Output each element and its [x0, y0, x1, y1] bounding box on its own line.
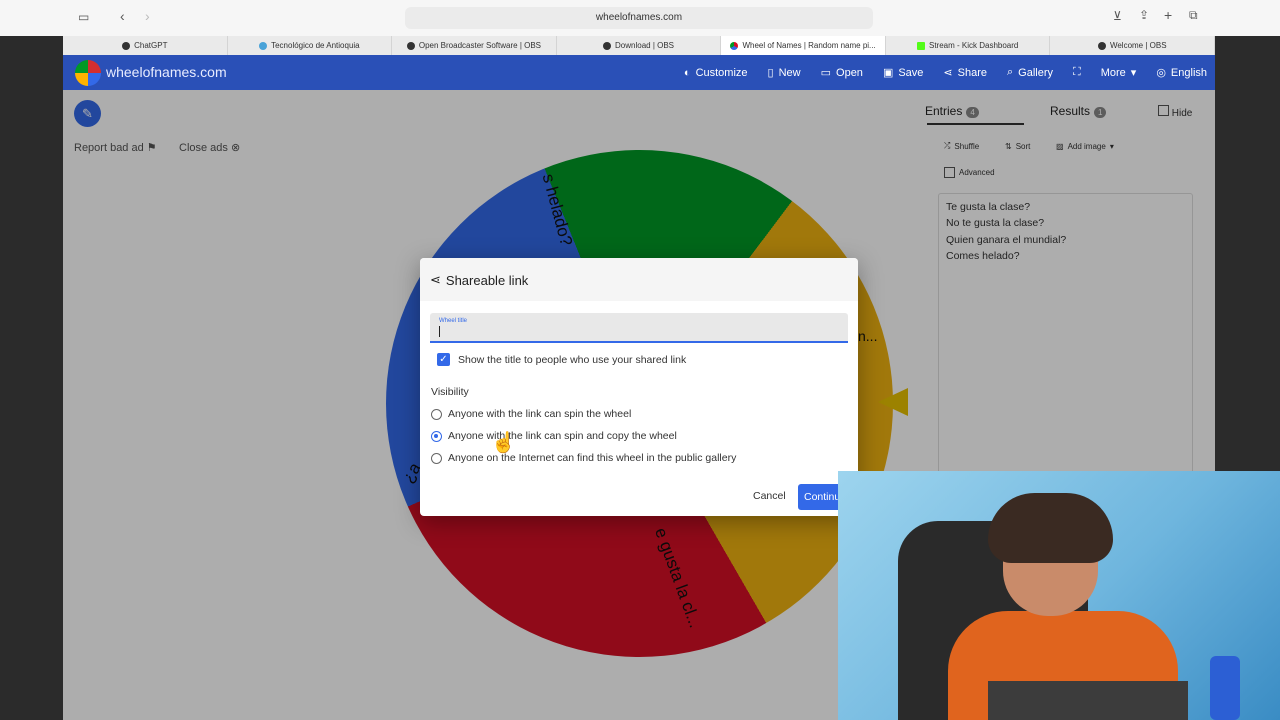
hand-cursor-icon: ☝ — [491, 432, 516, 454]
radio-button[interactable] — [431, 452, 442, 464]
favicon-icon — [1097, 41, 1106, 50]
address-bar[interactable]: wheelofnames.com — [405, 7, 873, 29]
more-button[interactable]: More ▾ — [1101, 66, 1137, 80]
customize-button[interactable]: ◐ Customize — [684, 67, 748, 79]
back-icon[interactable]: ‹ — [120, 8, 125, 24]
tab-download-obs[interactable]: Download | OBS — [557, 36, 722, 55]
right-backdrop — [1215, 36, 1280, 471]
favicon-icon — [122, 41, 131, 50]
show-title-option[interactable]: ✓ Show the title to people who use your … — [437, 353, 686, 366]
cancel-button[interactable]: Cancel — [753, 490, 786, 502]
browser-toolbar: ▭ ‹ › wheelofnames.com ⊻ ⇪ + ⧉ — [0, 0, 1280, 36]
tab-bar: ChatGPT Tecnológico de Antioquia Open Br… — [63, 36, 1216, 56]
forward-icon[interactable]: › — [145, 8, 150, 24]
tab-tecnologico[interactable]: Tecnológico de Antioquia — [228, 36, 393, 55]
url-text: wheelofnames.com — [595, 12, 683, 23]
webcam-overlay — [838, 471, 1280, 720]
logo-icon[interactable] — [75, 60, 101, 86]
site-name[interactable]: wheelofnames.com — [106, 64, 227, 80]
file-icon: ▯ — [767, 67, 774, 79]
favicon-icon — [916, 41, 925, 50]
language-button[interactable]: ◎ English — [1156, 66, 1207, 80]
laptop-shape — [988, 681, 1188, 720]
wheel-title-input[interactable]: Wheel title — [430, 313, 848, 343]
chevron-down-icon: ▾ — [1130, 67, 1137, 79]
shareable-link-dialog: ⋖ Shareable link Wheel title ✓ Show the t… — [420, 258, 858, 516]
visibility-option-public-gallery[interactable]: Anyone on the Internet can find this whe… — [431, 452, 736, 464]
favicon-icon — [730, 41, 739, 50]
dialog-title: ⋖ Shareable link — [430, 272, 529, 288]
sidebar-toggle-icon[interactable]: ▭ — [78, 10, 89, 24]
gallery-button[interactable]: ⌕ Gallery — [1007, 66, 1053, 79]
tab-welcome-obs[interactable]: Welcome | OBS — [1050, 36, 1216, 55]
folder-icon: ▭ — [820, 67, 832, 79]
dialog-header: ⋖ Shareable link — [420, 258, 858, 301]
main-menu: ◐ Customize ▯ New ▭ Open ▣ Save ⋖ Share ⌕ Gall… — [684, 55, 1207, 90]
share-button[interactable]: ⋖ Share — [943, 66, 987, 80]
save-icon: ▣ — [882, 67, 894, 79]
share-icon: ⋖ — [943, 67, 953, 79]
palette-icon: ◐ — [683, 66, 691, 79]
download-icon[interactable]: ⊻ — [1113, 9, 1122, 23]
fullscreen-icon: ⛶ — [1073, 66, 1081, 78]
text-cursor — [439, 326, 440, 337]
tab-chatgpt[interactable]: ChatGPT — [63, 36, 228, 55]
new-tab-icon[interactable]: + — [1164, 7, 1172, 23]
share-icon: ⋖ — [430, 272, 441, 287]
microphone-icon — [1210, 656, 1240, 720]
share-icon[interactable]: ⇪ — [1139, 8, 1149, 22]
search-icon: ⌕ — [1007, 66, 1014, 78]
save-button[interactable]: ▣ Save — [882, 66, 923, 80]
radio-button-selected[interactable] — [431, 430, 442, 442]
open-button[interactable]: ▭ Open — [820, 66, 863, 80]
tab-kick[interactable]: Stream - Kick Dashboard — [886, 36, 1051, 55]
visibility-label: Visibility — [431, 386, 469, 398]
tab-obs[interactable]: Open Broadcaster Software | OBS — [392, 36, 557, 55]
tab-overview-icon[interactable]: ⧉ — [1189, 8, 1198, 23]
favicon-icon — [259, 41, 268, 50]
globe-icon: ◎ — [1156, 67, 1166, 79]
favicon-icon — [603, 41, 612, 50]
fullscreen-button[interactable]: ⛶ — [1073, 66, 1081, 79]
visibility-option-spin[interactable]: Anyone with the link can spin the wheel — [431, 408, 631, 420]
new-button[interactable]: ▯ New — [767, 66, 801, 80]
wheel-title-label: Wheel title — [439, 318, 468, 324]
person-hair — [988, 493, 1113, 563]
visibility-option-spin-copy[interactable]: Anyone with the link can spin and copy t… — [431, 430, 677, 442]
radio-button[interactable] — [431, 408, 442, 420]
left-backdrop — [0, 36, 63, 720]
favicon-icon — [406, 41, 415, 50]
tab-wheel-of-names[interactable]: Wheel of Names | Random name pi... — [721, 36, 886, 55]
show-title-checkbox[interactable]: ✓ — [437, 353, 450, 366]
app-header: wheelofnames.com ◐ Customize ▯ New ▭ Open ▣… — [63, 55, 1215, 90]
